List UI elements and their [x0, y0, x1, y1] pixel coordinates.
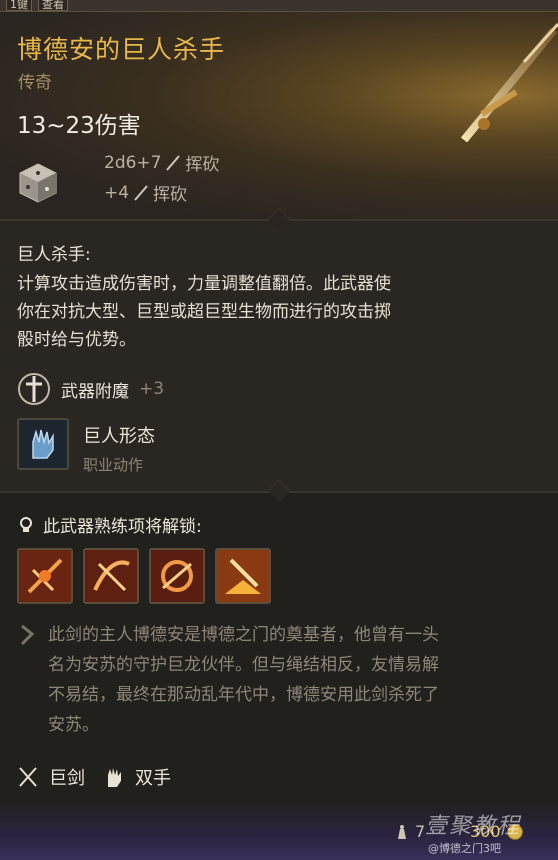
- proficiency-title-text: 此武器熟练项将解锁:: [43, 517, 202, 537]
- inspect-button[interactable]: 查看: [38, 0, 68, 11]
- ability-desc-line: 你在对抗大型、巨型或超巨型生物而进行的攻击掷: [17, 302, 391, 322]
- ability-desc-line: 骰时给与优势。: [17, 330, 136, 350]
- damage-type-1: 挥砍: [185, 155, 220, 175]
- enchant-value: +3: [139, 379, 165, 399]
- two-handed-icon: [108, 768, 121, 787]
- action-row[interactable]: 巨人形态 职业动作: [17, 418, 155, 475]
- lore-text: 此剑的主人博德安是博德之门的奠基者，他曾有一头 名为安苏的守护巨龙伙伴。但与绳结…: [48, 620, 548, 740]
- action-name: 巨人形态: [83, 426, 155, 447]
- lore-line: 此剑的主人博德安是博德之门的奠基者，他曾有一头: [48, 625, 439, 645]
- enchantment-icon: [18, 373, 50, 405]
- ability-description: 计算攻击造成伤害时，力量调整值翻倍。此武器使 你在对抗大型、巨型或超巨型生物而进…: [17, 270, 497, 354]
- watermark: 壹聚教程: [425, 814, 522, 839]
- damage-line-1: 2d6+7 挥砍: [104, 150, 220, 176]
- weakening-strike-icon[interactable]: [215, 548, 271, 604]
- flurry-icon[interactable]: [17, 548, 73, 604]
- weight-icon: [398, 824, 406, 839]
- topple-icon[interactable]: [149, 548, 205, 604]
- key-hint: 1键: [6, 0, 32, 11]
- damage-dice-1: 2d6+7: [104, 152, 162, 173]
- lore-line: 不易结，最终在那动乱年代中，博德安用此剑杀死了: [48, 685, 439, 705]
- proficiency-title: 此武器熟练项将解锁:: [17, 512, 202, 537]
- handedness: 双手: [135, 768, 171, 789]
- weapon-properties: 巨剑 双手: [17, 764, 171, 790]
- giant-form-icon[interactable]: [17, 418, 69, 470]
- weapon-type: 巨剑: [49, 768, 85, 789]
- lore-line: 安苏。: [48, 715, 99, 735]
- damage-line-2: +4 挥砍: [104, 180, 188, 206]
- damage-type-2: 挥砍: [153, 185, 188, 205]
- ability-desc-line: 计算攻击造成伤害时，力量调整值翻倍。此武器使: [17, 274, 391, 294]
- slash-icon: [134, 184, 148, 201]
- action-type: 职业动作: [83, 456, 144, 474]
- action-text: 巨人形态 职业动作: [83, 418, 155, 475]
- proficiency-icons: [17, 548, 271, 604]
- slash-icon: [166, 154, 181, 171]
- item-weight: 7: [395, 822, 425, 841]
- cleave-icon[interactable]: [83, 548, 139, 604]
- lore-line: 名为安苏的守护巨龙伙伴。但与绳结相反，友情易解: [48, 655, 439, 675]
- lightbulb-icon: [20, 516, 32, 532]
- top-strip: 1键 查看: [0, 0, 558, 12]
- item-rarity: 传奇: [18, 73, 52, 93]
- greatsword-art-icon: [460, 22, 558, 142]
- greatsword-icon: [19, 767, 37, 787]
- credit: @博德之门3吧: [428, 842, 501, 855]
- item-tooltip: 1键 查看 博德安的巨人杀手 传奇 13~23伤害 2d6+7 挥砍 +4 挥砍…: [0, 0, 558, 860]
- damage-range: 13~23伤害: [17, 113, 141, 139]
- dice-icon: [19, 163, 57, 203]
- weight-value: 7: [415, 822, 426, 841]
- damage-dice-2: +4: [104, 182, 130, 203]
- quote-icon: [20, 624, 35, 646]
- ability-title: 巨人杀手:: [17, 245, 91, 265]
- enchant-row: 武器附魔 +3: [17, 372, 164, 406]
- enchant-label: 武器附魔: [61, 381, 129, 402]
- item-name: 博德安的巨人杀手: [17, 35, 226, 64]
